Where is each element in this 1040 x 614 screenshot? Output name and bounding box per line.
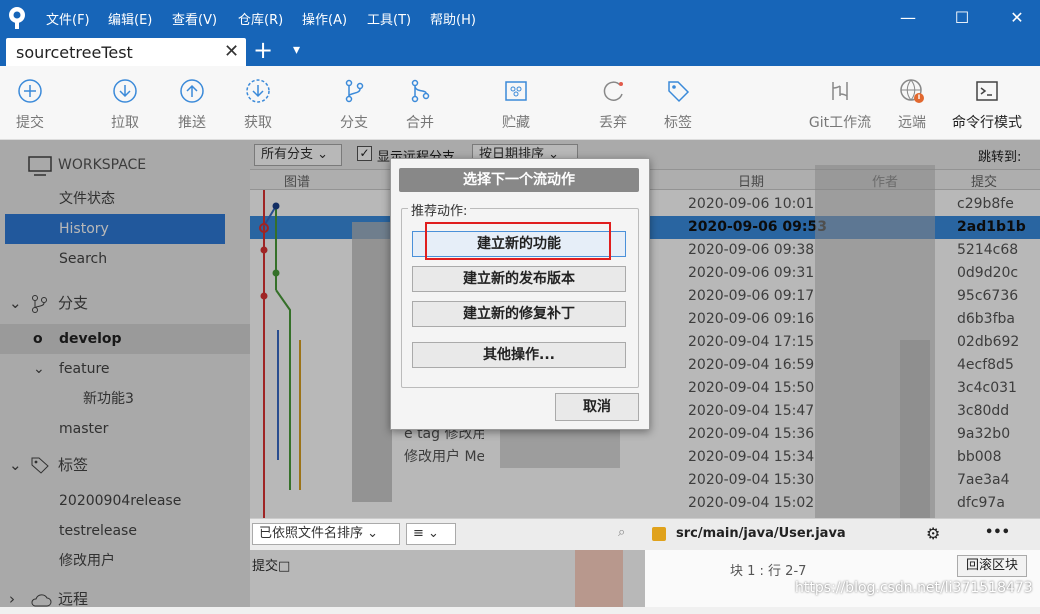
diff-pane: 块 1 : 行 2-7 回滚区块 <box>645 550 1040 607</box>
dialog-title: 选择下一个流动作 <box>399 168 639 192</box>
git-flow-icon <box>832 82 848 100</box>
title-bar: 文件(F) 编辑(E) 查看(V) 仓库(R) 操作(A) 工具(T) 帮助(H… <box>0 0 1040 36</box>
hunk-header: 块 1 : 行 2-7 <box>730 564 807 579</box>
file-sort-select[interactable]: 已依照文件名排序 ⌄ <box>252 523 400 545</box>
tab-dropdown-icon[interactable]: ▾ <box>293 42 300 58</box>
highlight-box <box>425 222 611 260</box>
discard-label: 丢弃 <box>599 115 627 131</box>
stash-icon <box>505 81 527 101</box>
terminal-icon <box>976 81 998 101</box>
more-options-button[interactable]: ••• <box>985 525 1010 540</box>
fetch-button[interactable]: 获取 <box>228 74 288 134</box>
terminal-label: 命令行模式 <box>952 115 1022 131</box>
tag-label: 标签 <box>664 115 692 131</box>
menu-help[interactable]: 帮助(H) <box>430 9 476 28</box>
other-actions-button[interactable]: 其他操作... <box>412 342 626 368</box>
arrow-down-circle-icon <box>113 79 137 103</box>
settings-gear-icon[interactable]: ⚙ <box>926 524 940 543</box>
arrow-up-circle-icon <box>180 79 204 103</box>
push-button[interactable]: 推送 <box>162 74 222 134</box>
merge-icon <box>411 79 430 103</box>
view-mode-select[interactable]: ≡ ⌄ <box>406 523 456 545</box>
tag-icon <box>668 81 690 103</box>
plus-circle-icon <box>18 79 42 103</box>
menu-view[interactable]: 查看(V) <box>172 9 217 28</box>
git-flow-label: Git工作流 <box>808 115 872 131</box>
branch-label: 分支 <box>340 115 368 131</box>
commit-label: 提交 <box>16 115 44 131</box>
toolbar: 提交 拉取 推送 获取 分支 合并 贮藏 丢弃 标签 Git工作流 远端 命令行… <box>0 66 1040 140</box>
fetch-label: 获取 <box>244 115 272 131</box>
close-button[interactable]: ✕ <box>1002 6 1032 30</box>
menu-actions[interactable]: 操作(A) <box>302 9 347 28</box>
new-tab-button[interactable]: + <box>253 36 273 64</box>
menu-tools[interactable]: 工具(T) <box>367 9 411 28</box>
repo-tab-title: sourcetreeTest <box>16 43 133 62</box>
pull-label: 拉取 <box>111 115 139 131</box>
sourcetree-logo-icon <box>9 7 25 29</box>
menu-file[interactable]: 文件(F) <box>46 9 90 28</box>
globe-warning-icon <box>900 79 924 103</box>
discard-icon <box>603 81 623 101</box>
tab-close-icon[interactable]: ✕ <box>224 41 239 62</box>
stash-label: 贮藏 <box>502 115 530 131</box>
remote-label: 远端 <box>898 115 926 131</box>
diff-file-name: src/main/java/User.java <box>676 526 846 541</box>
maximize-button[interactable]: ☐ <box>947 6 977 30</box>
remote-button[interactable]: 远端 <box>882 74 942 134</box>
merge-label: 合并 <box>406 115 434 131</box>
search-icon[interactable]: ⌕ <box>618 525 625 540</box>
branch-button[interactable]: 分支 <box>324 74 384 134</box>
repo-tab[interactable]: sourcetreeTest ✕ <box>6 38 246 66</box>
commit-button[interactable]: 提交 <box>0 74 60 134</box>
avatar <box>575 550 623 607</box>
fetch-icon <box>246 79 270 103</box>
pull-button[interactable]: 拉取 <box>95 74 155 134</box>
discard-hunk-button[interactable]: 回滚区块 <box>957 555 1027 577</box>
push-label: 推送 <box>178 115 206 131</box>
new-hotfix-button[interactable]: 建立新的修复补丁 <box>412 301 626 327</box>
terminal-button[interactable]: 命令行模式 <box>944 74 1030 134</box>
discard-button[interactable]: 丢弃 <box>583 74 643 134</box>
file-modified-icon <box>652 527 666 541</box>
group-label: 推荐动作: <box>408 200 471 219</box>
watermark: https://blog.csdn.net/li371518473 <box>795 580 1033 596</box>
staged-files-label: 提交□ <box>252 559 291 574</box>
minimize-button[interactable]: — <box>893 6 923 30</box>
git-flow-button[interactable]: Git工作流 <box>800 74 880 134</box>
cancel-button[interactable]: 取消 <box>555 393 639 421</box>
merge-button[interactable]: 合并 <box>390 74 450 134</box>
menu-edit[interactable]: 编辑(E) <box>108 9 152 28</box>
bottom-toolbar: 已依照文件名排序 ⌄ ≡ ⌄ ⌕ src/main/java/User.java… <box>250 518 1040 550</box>
branch-icon <box>345 79 364 103</box>
new-release-button[interactable]: 建立新的发布版本 <box>412 266 626 292</box>
menu-repository[interactable]: 仓库(R) <box>238 9 283 28</box>
tag-button[interactable]: 标签 <box>648 74 708 134</box>
stash-button[interactable]: 贮藏 <box>486 74 546 134</box>
